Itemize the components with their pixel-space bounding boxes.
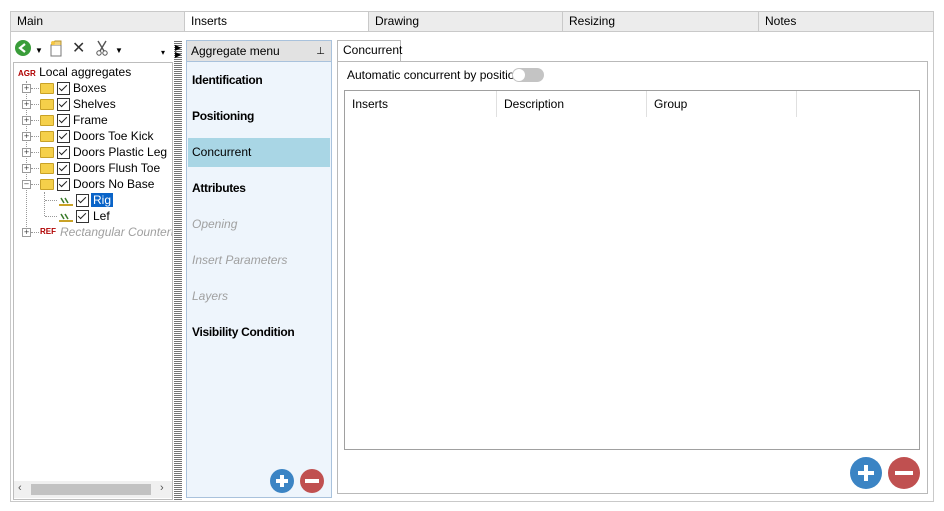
tab-resizing-label: Resizing bbox=[569, 14, 616, 28]
tree-checkbox[interactable] bbox=[57, 114, 70, 127]
remove-aggregate-button[interactable] bbox=[300, 469, 324, 493]
delete-icon[interactable]: ✕ bbox=[72, 38, 85, 58]
expand-icon[interactable]: + bbox=[22, 100, 31, 109]
folder-icon bbox=[40, 147, 54, 158]
tree-item-shelves[interactable]: + Shelves bbox=[22, 96, 172, 112]
tree-item-label: Rectangular Counterto bbox=[60, 225, 172, 239]
remove-concurrent-button[interactable] bbox=[888, 457, 920, 489]
tree-root[interactable]: AGR Local aggregates bbox=[18, 64, 131, 80]
tree-checkbox[interactable] bbox=[76, 194, 89, 207]
tree-child-rig[interactable]: Rig bbox=[44, 192, 144, 208]
tree-horizontal-scrollbar[interactable]: ‹ › bbox=[14, 481, 172, 498]
cut-dropdown-icon[interactable]: ▼ bbox=[115, 46, 123, 55]
tree-item-doors-plastic-leg[interactable]: + Doors Plastic Leg bbox=[22, 144, 172, 160]
tab-inserts-label: Inserts bbox=[191, 14, 228, 28]
expand-icon[interactable]: + bbox=[22, 84, 31, 93]
add-concurrent-button[interactable] bbox=[850, 457, 882, 489]
column-header-group[interactable]: Group bbox=[647, 91, 797, 117]
expand-icon[interactable]: + bbox=[22, 164, 31, 173]
tree-item-label: Doors Toe Kick bbox=[73, 129, 154, 143]
tree-checkbox[interactable] bbox=[57, 82, 70, 95]
pin-icon[interactable]: ⊥ bbox=[316, 41, 325, 62]
folder-icon bbox=[40, 179, 54, 190]
menu-insert-parameters: Insert Parameters bbox=[192, 253, 288, 267]
menu-concurrent[interactable]: Concurrent bbox=[188, 138, 330, 167]
expand-icon[interactable]: + bbox=[22, 116, 31, 125]
scroll-right-icon[interactable]: › bbox=[160, 482, 164, 494]
aggregate-menu-panel: Aggregate menu ⊥ Identification Position… bbox=[186, 40, 332, 498]
tree-item-doors-no-base[interactable]: − Doors No Base bbox=[22, 176, 172, 192]
tree-item-label: Doors Plastic Leg bbox=[73, 145, 168, 159]
tab-resizing[interactable]: Resizing bbox=[563, 12, 759, 31]
tree-item-doors-toe-kick[interactable]: + Doors Toe Kick bbox=[22, 128, 172, 144]
auto-concurrent-label: Automatic concurrent by position bbox=[347, 68, 522, 82]
ref-prefix: REF bbox=[40, 227, 56, 236]
menu-layers: Layers bbox=[192, 289, 229, 303]
insert-icon bbox=[59, 213, 73, 222]
tab-notes[interactable]: Notes bbox=[759, 12, 933, 31]
folder-icon bbox=[40, 83, 54, 94]
tree-item-frame[interactable]: + Frame bbox=[22, 112, 172, 128]
tree-checkbox[interactable] bbox=[57, 146, 70, 159]
tree-item-doors-flush-toe[interactable]: + Doors Flush Toe bbox=[22, 160, 172, 176]
expand-icon[interactable]: + bbox=[22, 228, 31, 237]
tab-drawing-label: Drawing bbox=[375, 14, 420, 28]
tree-root-label: Local aggregates bbox=[39, 65, 132, 79]
back-dropdown-icon[interactable]: ▼ bbox=[35, 46, 43, 55]
folder-icon bbox=[40, 163, 54, 174]
tab-concurrent[interactable]: Concurrent bbox=[337, 40, 402, 61]
concurrent-grid[interactable]: Inserts Description Group bbox=[344, 90, 920, 450]
menu-visibility-condition[interactable]: Visibility Condition bbox=[188, 318, 330, 347]
tree-child-label: Lef bbox=[93, 209, 110, 223]
agr-prefix: AGR bbox=[18, 69, 36, 78]
menu-opening: Opening bbox=[192, 217, 238, 231]
back-icon[interactable] bbox=[15, 40, 31, 56]
expand-icon[interactable]: + bbox=[22, 132, 31, 141]
tree-item-label: Doors Flush Toe bbox=[73, 161, 161, 175]
tab-main[interactable]: Main bbox=[11, 12, 185, 31]
folder-icon bbox=[40, 115, 54, 126]
insert-icon bbox=[59, 197, 73, 206]
tree-checkbox[interactable] bbox=[76, 210, 89, 223]
toggle-knob bbox=[513, 69, 525, 81]
tree-item-label: Doors No Base bbox=[73, 177, 155, 191]
expand-icon[interactable]: + bbox=[22, 148, 31, 157]
tree-checkbox[interactable] bbox=[57, 178, 70, 191]
column-header-description[interactable]: Description bbox=[497, 91, 647, 117]
splitter-arrows-icon[interactable]: ▶ ▶ bbox=[175, 44, 181, 59]
tree-child-label: Rig bbox=[91, 193, 114, 207]
menu-attributes[interactable]: Attributes bbox=[188, 174, 330, 203]
add-aggregate-button[interactable] bbox=[270, 469, 294, 493]
tree-item-boxes[interactable]: + Boxes bbox=[22, 80, 172, 96]
folder-icon bbox=[40, 131, 54, 142]
tab-main-label: Main bbox=[17, 14, 44, 28]
auto-concurrent-toggle[interactable] bbox=[512, 68, 544, 82]
tree-item-label: Boxes bbox=[73, 81, 107, 95]
aggregate-menu-header: Aggregate menu ⊥ bbox=[187, 41, 331, 62]
tab-inserts[interactable]: Inserts bbox=[185, 12, 369, 31]
column-header-inserts[interactable]: Inserts bbox=[345, 91, 497, 117]
tree-checkbox[interactable] bbox=[57, 130, 70, 143]
tree-item-label: Shelves bbox=[73, 97, 116, 111]
menu-positioning[interactable]: Positioning bbox=[188, 102, 330, 131]
cut-icon[interactable] bbox=[95, 40, 109, 56]
aggregate-tree: AGR Local aggregates + Boxes + Shelves +… bbox=[13, 62, 173, 500]
tab-drawing[interactable]: Drawing bbox=[369, 12, 563, 31]
scroll-thumb[interactable] bbox=[31, 484, 151, 495]
tree-checkbox[interactable] bbox=[57, 98, 70, 111]
new-item-icon[interactable] bbox=[48, 40, 65, 57]
tree-child-lef[interactable]: Lef bbox=[44, 208, 144, 224]
top-tab-strip: Main Inserts Drawing Resizing Notes bbox=[10, 11, 934, 32]
menu-identification[interactable]: Identification bbox=[188, 66, 330, 95]
collapse-icon[interactable]: − bbox=[22, 180, 31, 189]
tree-item-label: Frame bbox=[73, 113, 108, 127]
pane-splitter[interactable] bbox=[174, 40, 182, 500]
scroll-left-icon[interactable]: ‹ bbox=[18, 482, 22, 494]
toolbar-overflow-icon[interactable]: ▾ bbox=[161, 48, 165, 57]
tree-item-reference[interactable]: + REF Rectangular Counterto bbox=[22, 224, 172, 240]
tree-checkbox[interactable] bbox=[57, 162, 70, 175]
folder-icon bbox=[40, 99, 54, 110]
aggregate-menu-title: Aggregate menu bbox=[191, 44, 280, 58]
tab-notes-label: Notes bbox=[765, 14, 797, 28]
